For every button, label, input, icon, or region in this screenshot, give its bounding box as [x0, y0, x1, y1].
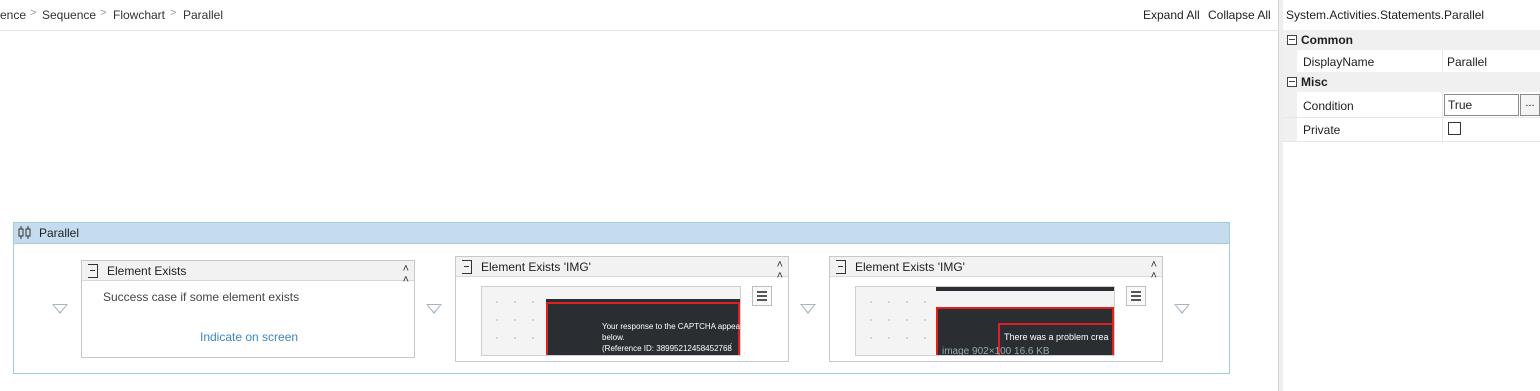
breadcrumb-item-parallel[interactable]: Parallel — [183, 8, 223, 22]
properties-panel: System.Activities.Statements.Parallel Co… — [1283, 0, 1540, 391]
indicate-on-screen-link[interactable]: Indicate on screen — [200, 330, 298, 344]
menu-icon[interactable] — [1126, 286, 1146, 306]
workflow-designer: ence > Sequence > Flowchart > Parallel E… — [0, 0, 1278, 391]
activity-title: Element Exists 'IMG' — [481, 260, 591, 274]
drop-arrow-icon[interactable] — [426, 304, 442, 314]
category-misc[interactable]: Misc — [1283, 72, 1540, 92]
expand-collapse-box-icon[interactable] — [1287, 77, 1297, 87]
element-exists-img-activity[interactable]: Element Exists 'IMG' ˄ ˄ There was a prob… — [829, 256, 1163, 362]
activity-title: Element Exists — [107, 264, 187, 278]
activity-header[interactable]: Element Exists 'IMG' ˄ ˄ — [830, 257, 1162, 282]
breadcrumb-separator-icon: > — [30, 7, 37, 19]
element-screenshot-thumbnail: There was a problem crea image 902×100 1… — [855, 286, 1115, 356]
activity-icon — [462, 260, 472, 274]
breadcrumb: ence > Sequence > Flowchart > Parallel E… — [0, 0, 1278, 31]
parallel-header[interactable]: Parallel — [14, 222, 1229, 244]
activity-header[interactable]: Element Exists ˄ ˄ — [82, 261, 414, 286]
property-row-private: Private — [1283, 118, 1540, 142]
parallel-title: Parallel — [39, 226, 80, 240]
element-screenshot-thumbnail: Your response to the CAPTCHA appears bel… — [481, 286, 741, 356]
breadcrumb-separator-icon: > — [170, 7, 177, 19]
element-exists-activity[interactable]: Element Exists ˄ ˄ Success case if some e… — [81, 260, 415, 358]
collapse-chevrons-icon[interactable]: ˄ ˄ — [1151, 260, 1157, 282]
activity-icon — [88, 264, 98, 278]
breadcrumb-item-sequence[interactable]: Sequence — [42, 8, 96, 22]
property-name: DisplayName — [1303, 55, 1375, 69]
property-row-condition: Condition True ... — [1283, 92, 1540, 118]
expand-all-button[interactable]: Expand All — [1143, 8, 1200, 22]
activity-icon — [836, 260, 846, 274]
element-exists-img-activity[interactable]: Element Exists 'IMG' ˄ ˄ Your response to… — [455, 256, 789, 362]
property-row-displayname: DisplayName Parallel — [1283, 50, 1540, 74]
parallel-icon — [18, 226, 31, 239]
breadcrumb-item-flowchart[interactable]: Flowchart — [113, 8, 165, 22]
menu-icon[interactable] — [752, 286, 772, 306]
displayname-value[interactable]: Parallel — [1447, 55, 1487, 69]
drop-arrow-icon[interactable] — [1174, 304, 1190, 314]
condition-expression-button[interactable]: ... — [1520, 94, 1540, 116]
breadcrumb-separator-icon: > — [100, 7, 107, 19]
collapse-all-button[interactable]: Collapse All — [1208, 8, 1271, 22]
private-checkbox[interactable] — [1448, 122, 1461, 135]
category-label: Misc — [1301, 75, 1328, 89]
properties-type-title: System.Activities.Statements.Parallel — [1286, 8, 1485, 22]
collapse-chevrons-icon[interactable]: ˄ ˄ — [403, 264, 409, 286]
condition-input[interactable]: True — [1444, 94, 1519, 116]
collapse-chevrons-icon[interactable]: ˄ ˄ — [777, 260, 783, 282]
drop-arrow-icon[interactable] — [52, 304, 68, 314]
activity-title: Element Exists 'IMG' — [855, 260, 965, 274]
breadcrumb-item-sequence-root[interactable]: ence — [0, 8, 26, 22]
category-common[interactable]: Common — [1283, 30, 1540, 50]
drop-arrow-icon[interactable] — [800, 304, 816, 314]
parallel-activity[interactable]: Parallel Element Exists ˄ ˄ Success case … — [13, 222, 1230, 374]
property-name: Private — [1303, 123, 1341, 137]
category-label: Common — [1301, 33, 1353, 47]
expand-collapse-box-icon[interactable] — [1287, 35, 1297, 45]
activity-description: Success case if some element exists — [103, 290, 300, 304]
activity-header[interactable]: Element Exists 'IMG' ˄ ˄ — [456, 257, 788, 282]
property-name: Condition — [1303, 99, 1354, 113]
